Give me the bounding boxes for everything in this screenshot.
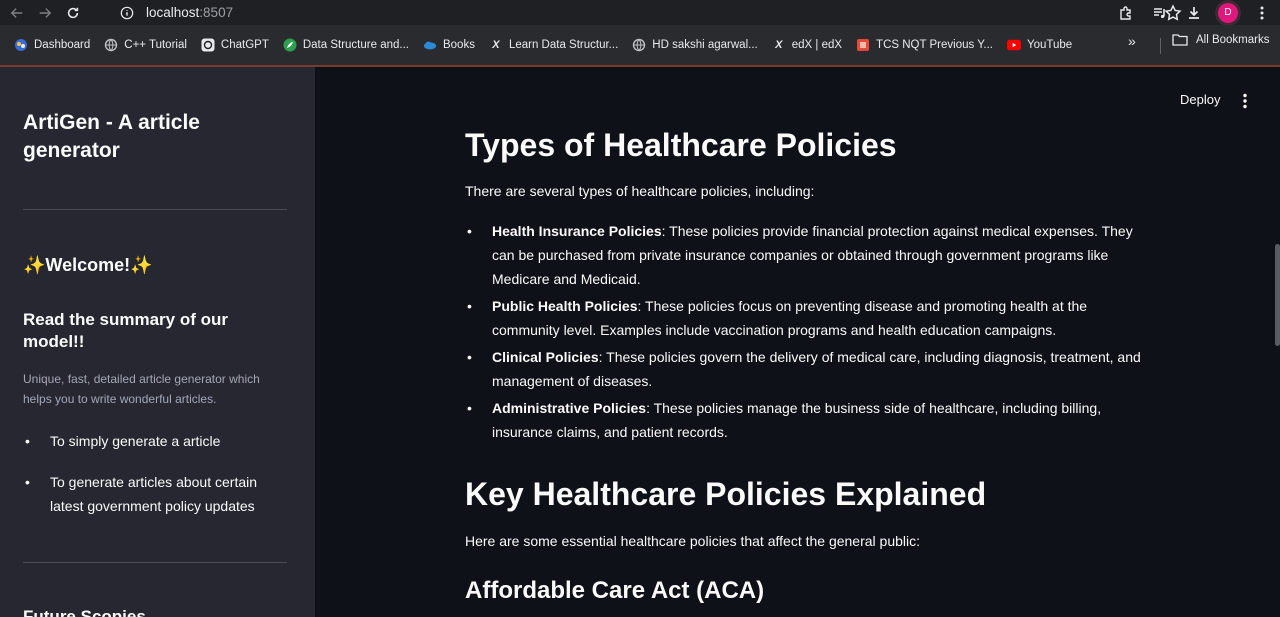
bookmarks-bar: Dashboard C++ Tutorial ChatGPT Data Stru… (0, 25, 1280, 67)
policy-name: Health Insurance Policies (492, 223, 662, 239)
bookmark-chatgpt[interactable]: ChatGPT (195, 32, 275, 58)
more-bookmarks-button[interactable]: » (1128, 33, 1136, 49)
list-item: Clinical Policies: These policies govern… (465, 345, 1145, 393)
main-menu-icon[interactable] (1236, 92, 1254, 110)
scrollbar-thumb[interactable] (1275, 244, 1280, 346)
download-icon (1189, 6, 1199, 19)
policy-name: Administrative Policies (492, 400, 647, 416)
sidebar-divider (23, 209, 287, 210)
bookmark-learn-data-structures[interactable]: X Learn Data Structur... (483, 32, 624, 58)
url-text: localhost:8507 (146, 5, 233, 20)
vertical-dots-icon (1260, 6, 1264, 19)
feature-list: To simply generate a article To generate… (23, 429, 293, 535)
heading-types-of-policies: Types of Healthcare Policies (465, 127, 897, 163)
types-intro: There are several types of healthcare po… (465, 183, 815, 199)
list-item: Public Health Policies: These policies f… (465, 294, 1145, 342)
bookmark-label: ChatGPT (220, 39, 269, 51)
list-item: Health Insurance Policies: These policie… (465, 219, 1145, 291)
summary-heading: Read the summary of our model!! (23, 310, 228, 351)
extensions-button[interactable] (1116, 3, 1136, 23)
bookmark-dashboard[interactable]: Dashboard (8, 32, 96, 58)
reload-button[interactable] (62, 2, 84, 24)
profile-avatar[interactable]: D (1218, 2, 1238, 23)
all-bookmarks-button[interactable]: All Bookmarks (1172, 33, 1270, 47)
bookmarks-divider (1160, 38, 1161, 54)
app-title: ArtiGen - A article generator (23, 111, 200, 162)
bookmark-label: TCS NQT Previous Y... (876, 39, 994, 51)
summary-caption: Unique, fast, detailed article generator… (23, 372, 260, 406)
all-bookmarks-label: All Bookmarks (1196, 34, 1270, 46)
sidebar-divider (23, 562, 287, 563)
bookmark-label: Books (442, 39, 475, 51)
list-item: To simply generate a article (23, 429, 293, 453)
policy-name: Public Health Policies (492, 298, 638, 314)
bookmark-hd-sakshi[interactable]: HD sakshi agarwal... (626, 32, 763, 58)
bookmark-edx[interactable]: X edX | edX (766, 32, 848, 58)
bookmark-label: HD sakshi agarwal... (652, 39, 758, 51)
browser-menu-button[interactable] (1252, 3, 1272, 23)
heading-key-policies: Key Healthcare Policies Explained (465, 476, 987, 512)
bookmark-cpp-tutorial[interactable]: C++ Tutorial (98, 32, 193, 58)
sidebar: ArtiGen - A article generator ✨Welcome!✨… (0, 67, 315, 617)
bookmark-data-structure[interactable]: Data Structure and... (277, 32, 415, 58)
list-item: To generate articles about certain lates… (23, 470, 293, 518)
arrow-right-icon (39, 7, 52, 18)
deploy-button[interactable]: Deploy (1180, 92, 1220, 107)
globe-icon (104, 38, 118, 52)
bookmark-label: Learn Data Structur... (508, 39, 619, 51)
x-icon: X (775, 39, 783, 51)
bookmark-label: C++ Tutorial (124, 39, 187, 51)
list-item: Administrative Policies: These policies … (465, 396, 1145, 444)
future-scope-heading: Future Scopies (23, 607, 146, 617)
bookmark-label: YouTube (1027, 39, 1073, 51)
chatgpt-icon (201, 38, 215, 52)
heading-aca: Affordable Care Act (ACA) (465, 577, 765, 604)
policy-name: Clinical Policies (492, 349, 599, 365)
key-intro: Here are some essential healthcare polic… (465, 533, 921, 549)
bookmark-tcs-nqt[interactable]: TCS NQT Previous Y... (850, 32, 999, 58)
folder-icon (1172, 34, 1188, 46)
media-controls-button[interactable] (1150, 3, 1170, 23)
address-bar[interactable]: localhost:8507 (112, 0, 1182, 25)
back-button[interactable] (6, 2, 28, 24)
puzzle-icon (1120, 5, 1131, 20)
playlist-icon (1154, 7, 1165, 18)
policy-list: Health Insurance Policies: These policie… (465, 219, 1145, 447)
globe-icon (632, 38, 646, 52)
site-info-icon[interactable] (120, 6, 134, 20)
dashboard-icon (14, 38, 28, 52)
bookmark-youtube[interactable]: YouTube (1001, 32, 1078, 58)
toolbar-actions: D (1116, 0, 1272, 25)
bookmark-label: edX | edX (791, 39, 843, 51)
bookmark-label: Data Structure and... (302, 39, 409, 51)
reload-icon (67, 7, 79, 18)
downloads-button[interactable] (1184, 3, 1204, 23)
url-host: localhost (146, 5, 200, 20)
leaf-icon (283, 38, 297, 52)
bookmark-red-icon (856, 38, 870, 52)
forward-button[interactable] (34, 2, 56, 24)
arrow-left-icon (10, 7, 23, 18)
bookmark-label: Dashboard (34, 39, 91, 51)
youtube-icon (1007, 38, 1022, 52)
cloud-icon (423, 38, 437, 52)
x-icon: X (492, 39, 500, 51)
url-port: :8507 (199, 5, 234, 20)
welcome-heading: ✨Welcome!✨ (23, 255, 153, 275)
bookmark-books[interactable]: Books (417, 32, 481, 58)
